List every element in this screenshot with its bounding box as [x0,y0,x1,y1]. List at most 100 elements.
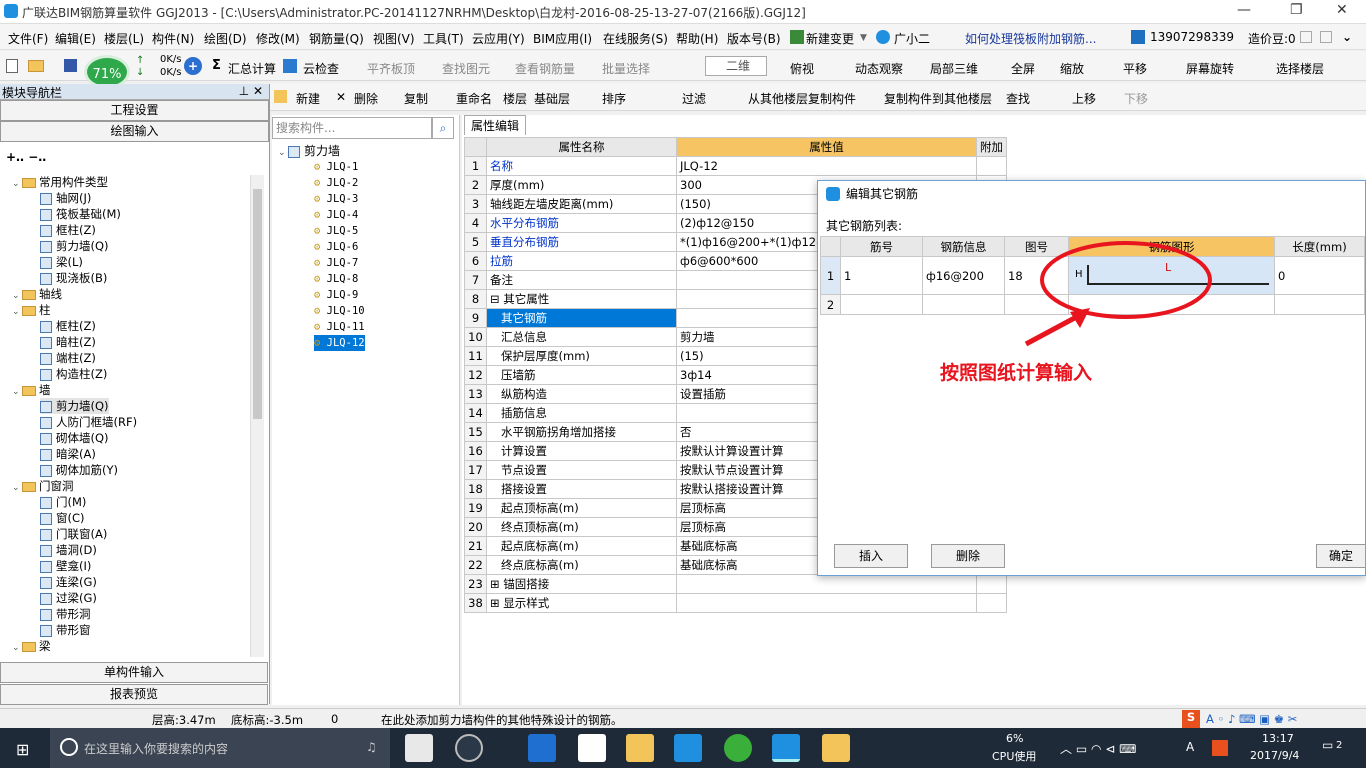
green-app-icon[interactable] [724,734,752,762]
expand-toggle-icon[interactable]: ⌄ [12,640,22,656]
menu-edit[interactable]: 编辑(E) [55,30,96,47]
tree-folder[interactable]: ⌄ 轴线 [12,286,62,302]
prop-extra[interactable] [976,593,1007,613]
notes-icon[interactable] [822,734,850,762]
tree-item[interactable]: 砌体加筋(Y) [40,462,118,478]
expand-toggle-icon[interactable]: ⌄ [12,480,22,496]
sogou-ime-icon[interactable]: S [1182,710,1200,728]
taskbar-search-input[interactable]: 在这里输入你要搜索的内容 [84,740,228,757]
restore-icon[interactable]: ❐ [1290,2,1303,18]
select-floor-button[interactable]: 选择楼层 [1276,60,1324,77]
prop-value[interactable] [676,593,977,613]
menu-component[interactable]: 构件(N) [152,30,194,47]
tree-item[interactable]: 门联窗(A) [40,526,107,542]
windows-start-icon[interactable]: ⊞ [16,740,29,759]
view-rebar-qty-button[interactable]: 查看钢筋量 [515,60,575,77]
menu-cloud[interactable]: 云应用(Y) [472,30,525,47]
report-preview-button[interactable]: 报表预览 [0,684,268,705]
expand-all-icon[interactable]: +‥ −‥ [6,150,46,164]
component-item[interactable]: ⚙ JLQ-2 [314,175,358,191]
minimize-icon[interactable]: — [1237,2,1251,18]
cell-bar-no[interactable] [840,294,923,315]
component-item[interactable]: ⚙ JLQ-4 [314,207,358,223]
pin-icon[interactable]: ⊥ ✕ [239,84,263,98]
menu-view[interactable]: 视图(V) [373,30,415,47]
search-icon[interactable]: ⌕ [432,117,454,139]
tree-item[interactable]: 带形洞 [40,606,91,622]
delete-button[interactable]: 删除 [354,90,378,107]
question-link[interactable]: 如何处理筏板附加钢筋... [965,30,1096,47]
component-item[interactable]: ⚙ JLQ-3 [314,191,358,207]
tree-item[interactable]: 框柱(Z) [40,222,96,238]
glodon-g-icon[interactable] [674,734,702,762]
tree-folder[interactable]: ⌄ 柱 [12,302,51,318]
tree-item[interactable]: 门(M) [40,494,86,510]
store-icon[interactable] [578,734,606,762]
pan-button[interactable]: 平移 [1123,60,1147,77]
find-button[interactable]: 查找 [1006,90,1030,107]
sort-button[interactable]: 排序 [602,90,626,107]
project-setup-button[interactable]: 工程设置 [0,100,269,121]
table-row[interactable]: 23 ⊞ 锚固搭接 [464,574,1007,594]
find-element-button[interactable]: 查找图元 [442,60,490,77]
component-item[interactable]: ⚙ JLQ-10 [314,303,365,319]
tree-item[interactable]: 墙洞(D) [40,542,97,558]
screen-rotate-button[interactable]: 屏幕旋转 [1186,60,1234,77]
component-item[interactable]: ⚙ JLQ-7 [314,255,358,271]
delete-row-button[interactable]: 删除 [931,544,1005,568]
menu-version[interactable]: 版本号(B) [727,30,781,47]
insert-button[interactable]: 插入 [834,544,908,568]
tree-folder[interactable]: ⌄ 墙 [12,382,51,398]
ime-mode[interactable]: A [1186,740,1194,754]
menu-help[interactable]: 帮助(H) [676,30,718,47]
prop-value[interactable] [676,574,977,594]
table-row[interactable]: 1 名称 JLQ-12 [464,156,1007,176]
rename-button[interactable]: 重命名 [456,90,492,107]
new-component-button[interactable]: 新建 [296,90,320,107]
open-folder-icon[interactable] [28,60,44,72]
orbit-view-button[interactable]: 动态观察 [855,60,903,77]
tree-folder[interactable]: ⌄ 梁 [12,638,51,654]
tree-item[interactable]: 框柱(Z) [40,318,96,334]
tree-item[interactable]: 剪力墙(Q) [40,238,109,254]
tree-folder[interactable]: ⌄ 常用构件类型 [12,174,108,190]
tree-item[interactable]: 暗柱(Z) [40,334,96,350]
move-down-button[interactable]: 下移 [1124,90,1148,107]
top-view-button[interactable]: 俯视 [790,60,814,77]
component-item[interactable]: ⚙ JLQ-5 [314,223,358,239]
component-item[interactable]: ⚙ JLQ-6 [314,239,358,255]
sogou-tray-icon[interactable] [1212,740,1228,756]
menu-tools[interactable]: 工具(T) [423,30,464,47]
menu-file[interactable]: 文件(F) [8,30,48,47]
copy-button[interactable]: 复制 [404,90,428,107]
property-edit-tab[interactable]: 属性编辑 [464,115,527,135]
user-phone[interactable]: 13907298339 [1150,30,1234,44]
tree-item[interactable]: 连梁(G) [40,574,97,590]
notification-icon[interactable]: ▭ [1322,738,1333,752]
cloud-check-button[interactable]: 云检查 [303,60,339,77]
tree-item[interactable]: 构造柱(Z) [40,366,107,382]
dropdown-arrow-icon[interactable]: ▼ [860,33,867,43]
cell-bar-no[interactable]: 1 [840,256,923,295]
summary-calc-button[interactable]: 汇总计算 [228,60,276,77]
component-tree-root[interactable]: ⌄ 剪力墙 [278,143,340,159]
ggj-active-icon[interactable] [772,734,800,762]
edge-icon[interactable] [528,734,556,762]
tree-item[interactable]: 剪力墙(Q) [40,398,109,414]
fullscreen-button[interactable]: 全屏 [1011,60,1035,77]
prop-extra[interactable] [976,574,1007,594]
component-search-input[interactable]: 搜索构件... [272,117,432,139]
component-item[interactable]: ⚙ JLQ-8 [314,271,358,287]
tree-item[interactable]: 带形窗 [40,622,91,638]
accelerate-icon[interactable]: + [184,57,202,75]
local-3d-button[interactable]: 局部三维 [930,60,978,77]
single-component-input-button[interactable]: 单构件输入 [0,662,268,683]
tree-item[interactable]: 端柱(Z) [40,350,96,366]
explorer-icon[interactable] [626,734,654,762]
taskview-icon[interactable] [405,734,433,762]
tree-item[interactable]: 人防门框墙(RF) [40,414,137,430]
menu-draw[interactable]: 绘图(D) [204,30,247,47]
expand-toggle-icon[interactable]: ⌄ [12,176,22,192]
move-up-button[interactable]: 上移 [1072,90,1096,107]
tree-item[interactable]: 暗梁(A) [40,446,96,462]
